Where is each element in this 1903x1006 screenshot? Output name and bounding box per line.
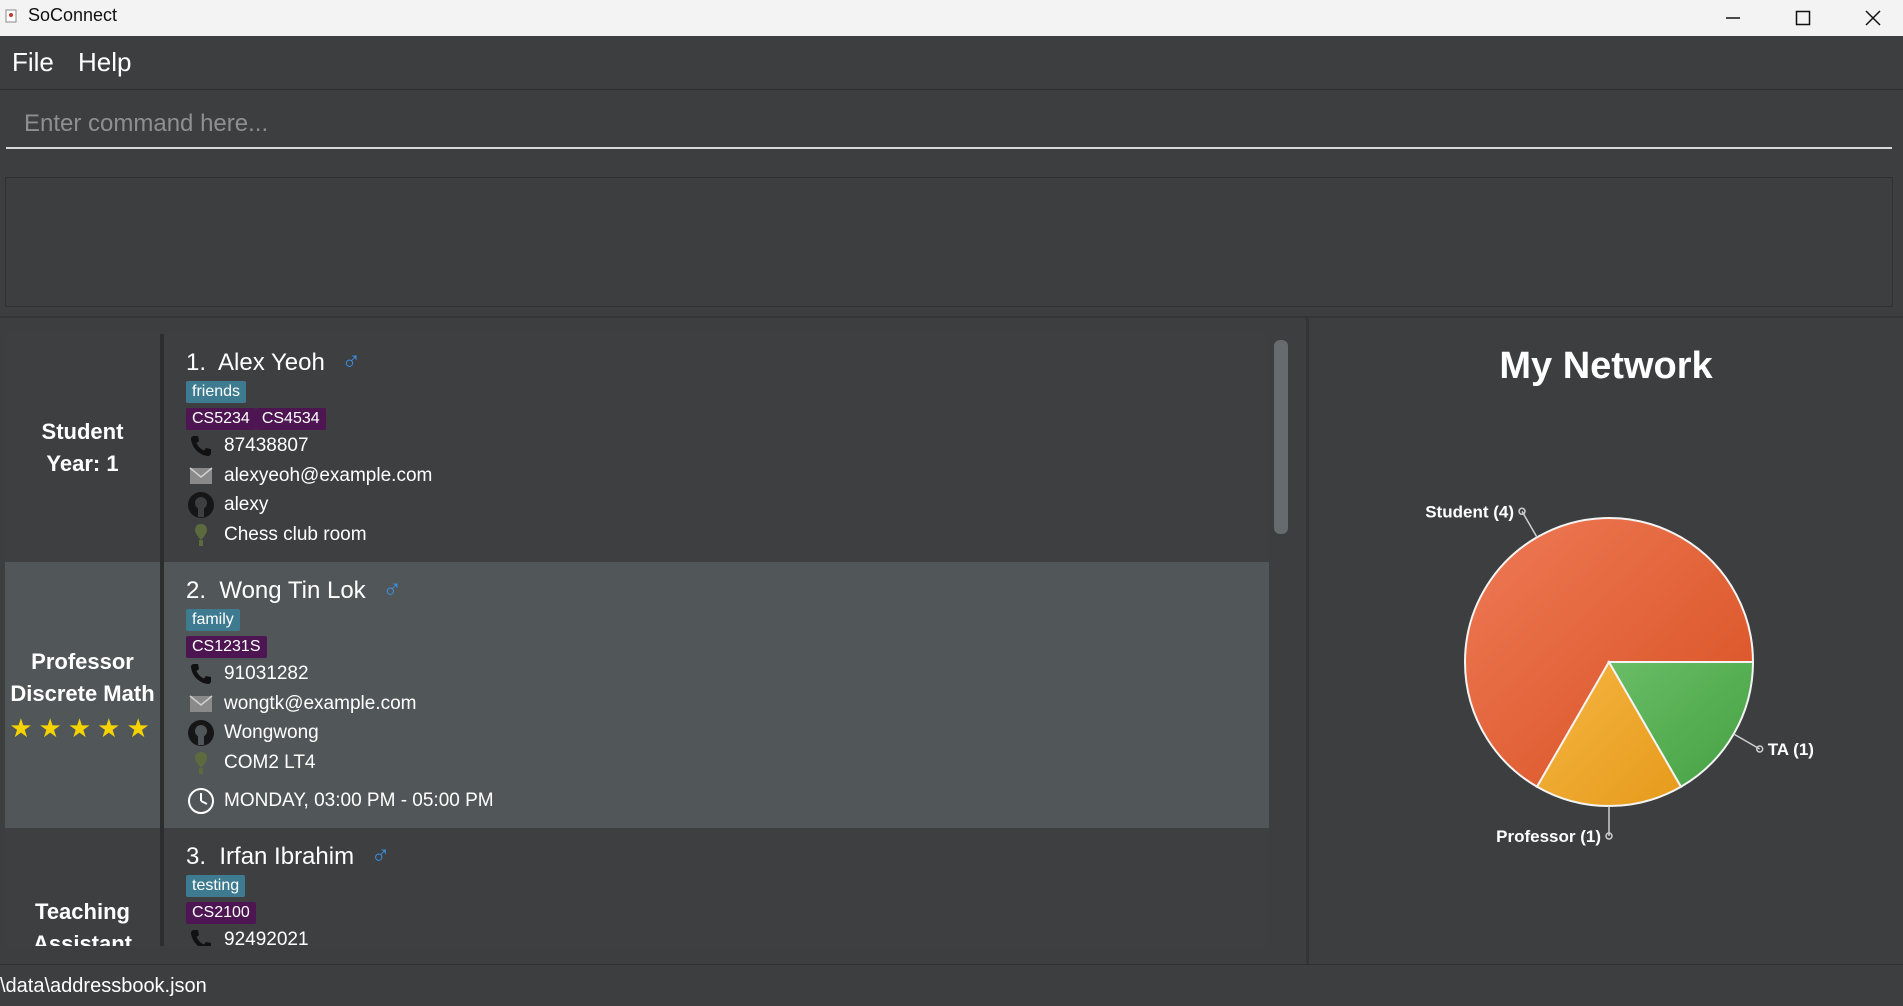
phone-field: 92492021 [186,927,309,946]
maximize-icon [1795,10,1811,26]
tag-list: testing [186,875,246,897]
card-divider [160,828,164,946]
network-chart-panel: My Network Student (4) Professor (1) TA (1… [1309,318,1903,964]
tag-list: friends [186,381,247,403]
person-index: 1. [186,349,207,376]
person-list-panel: Student Year: 1 1. Alex Yeoh ♂ friends C… [0,318,1306,964]
category-label: Professor [31,649,134,674]
course-tag: CS4534 [255,408,326,430]
phone-icon [186,661,216,687]
person-category: Student Year: 1 [5,334,160,562]
email-value: wongtk@example.com [224,693,417,714]
menu-file[interactable]: File [12,47,54,78]
person-name: Irfan Ibrahim [219,843,355,870]
phone-field: 91031282 [186,661,309,687]
male-icon: ♂ [370,840,391,870]
menu-bar: File Help [0,36,1903,90]
person-name-row: 2. Wong Tin Lok ♂ [186,574,402,605]
person-card[interactable]: Professor Discrete Math ★★★★★ 2. Wong Ti… [5,562,1269,828]
phone-icon [186,433,216,459]
course-tag: CS2100 [186,902,256,924]
person-index: 2. [186,577,207,604]
network-pie-chart: Student (4) Professor (1) TA (1) [1425,502,1814,846]
address-field: Chess club room [186,522,367,548]
timeslot-field: MONDAY, 03:00 PM - 05:00 PM [186,788,494,814]
status-bar: \data\addressbook.json [0,964,1903,1006]
person-name-row: 1. Alex Yeoh ♂ [186,346,361,377]
command-box [0,91,1903,163]
course-list: CS5234 CS4534 [186,408,326,430]
timeslot-value: MONDAY, 03:00 PM - 05:00 PM [224,790,494,811]
course-tag: CS1231S [186,636,267,658]
card-divider [160,334,164,562]
pie-label-line [1521,510,1538,538]
minimize-button[interactable] [1698,0,1768,36]
tag: family [186,609,240,631]
category-label: Teaching [35,899,130,924]
category-label: Student [41,419,124,444]
phone-value: 87438807 [224,435,309,456]
address-value: COM2 LT4 [224,752,316,773]
course-tag: CS5234 [186,408,256,430]
pie-slice-label: Student (4) [1425,502,1514,521]
category-detail: Year: 1 [46,451,119,476]
person-list[interactable]: Student Year: 1 1. Alex Yeoh ♂ friends C… [5,334,1269,946]
email-field: alexyeoh@example.com [186,463,432,489]
email-field: wongtk@example.com [186,691,416,717]
course-list: CS2100 [186,902,256,924]
tag-list: family [186,609,240,631]
pie-label-line [1733,733,1761,750]
phone-icon [186,927,216,946]
close-button[interactable] [1838,0,1903,36]
category-detail: Discrete Math [10,681,155,706]
male-icon: ♂ [382,574,402,604]
github-field: alexy [186,492,268,518]
category-detail: Assistant [32,931,133,946]
list-scrollbar-thumb[interactable] [1274,340,1288,534]
person-category: Teaching Assistant [5,828,160,946]
email-icon [186,691,216,717]
pie-slice-label: TA (1) [1768,740,1814,759]
person-name-row: 3. Irfan Ibrahim ♂ [186,840,390,871]
location-icon [186,750,216,776]
person-card[interactable]: Teaching Assistant 3. Irfan Ibrahim ♂ te… [5,828,1269,946]
phone-value: 92492021 [224,929,309,946]
pie-slice-label: Professor (1) [1496,827,1601,846]
person-name: Wong Tin Lok [219,577,366,604]
clock-icon [186,788,216,814]
person-name: Alex Yeoh [218,349,325,376]
location-icon [186,522,216,548]
maximize-button[interactable] [1768,0,1838,36]
email-icon [186,463,216,489]
save-location: \data\addressbook.json [0,975,207,997]
menu-help[interactable]: Help [78,47,131,78]
minimize-icon [1726,17,1740,19]
pie-label-marker [1755,745,1764,753]
result-display [5,177,1893,307]
tag: testing [186,875,246,897]
email-value: alexyeoh@example.com [224,465,433,486]
phone-value: 91031282 [224,663,309,684]
github-field: Wongwong [186,720,319,746]
rating-stars: ★★★★★ [9,713,156,743]
github-icon [186,492,216,518]
tag: friends [186,381,247,403]
app-icon [5,9,17,23]
window-title: SoConnect [28,5,118,25]
title-bar: SoConnect [0,0,1903,36]
male-icon: ♂ [341,346,361,376]
command-input[interactable] [6,101,1892,149]
phone-field: 87438807 [186,433,309,459]
close-icon [1865,10,1881,26]
github-value: alexy [224,494,269,515]
course-list: CS1231S [186,636,267,658]
address-field: COM2 LT4 [186,750,316,776]
card-divider [160,562,164,828]
github-value: Wongwong [224,722,319,743]
person-card[interactable]: Student Year: 1 1. Alex Yeoh ♂ friends C… [5,334,1269,562]
person-category: Professor Discrete Math ★★★★★ [5,562,160,828]
address-value: Chess club room [224,524,367,545]
github-icon [186,720,216,746]
person-index: 3. [186,843,207,870]
